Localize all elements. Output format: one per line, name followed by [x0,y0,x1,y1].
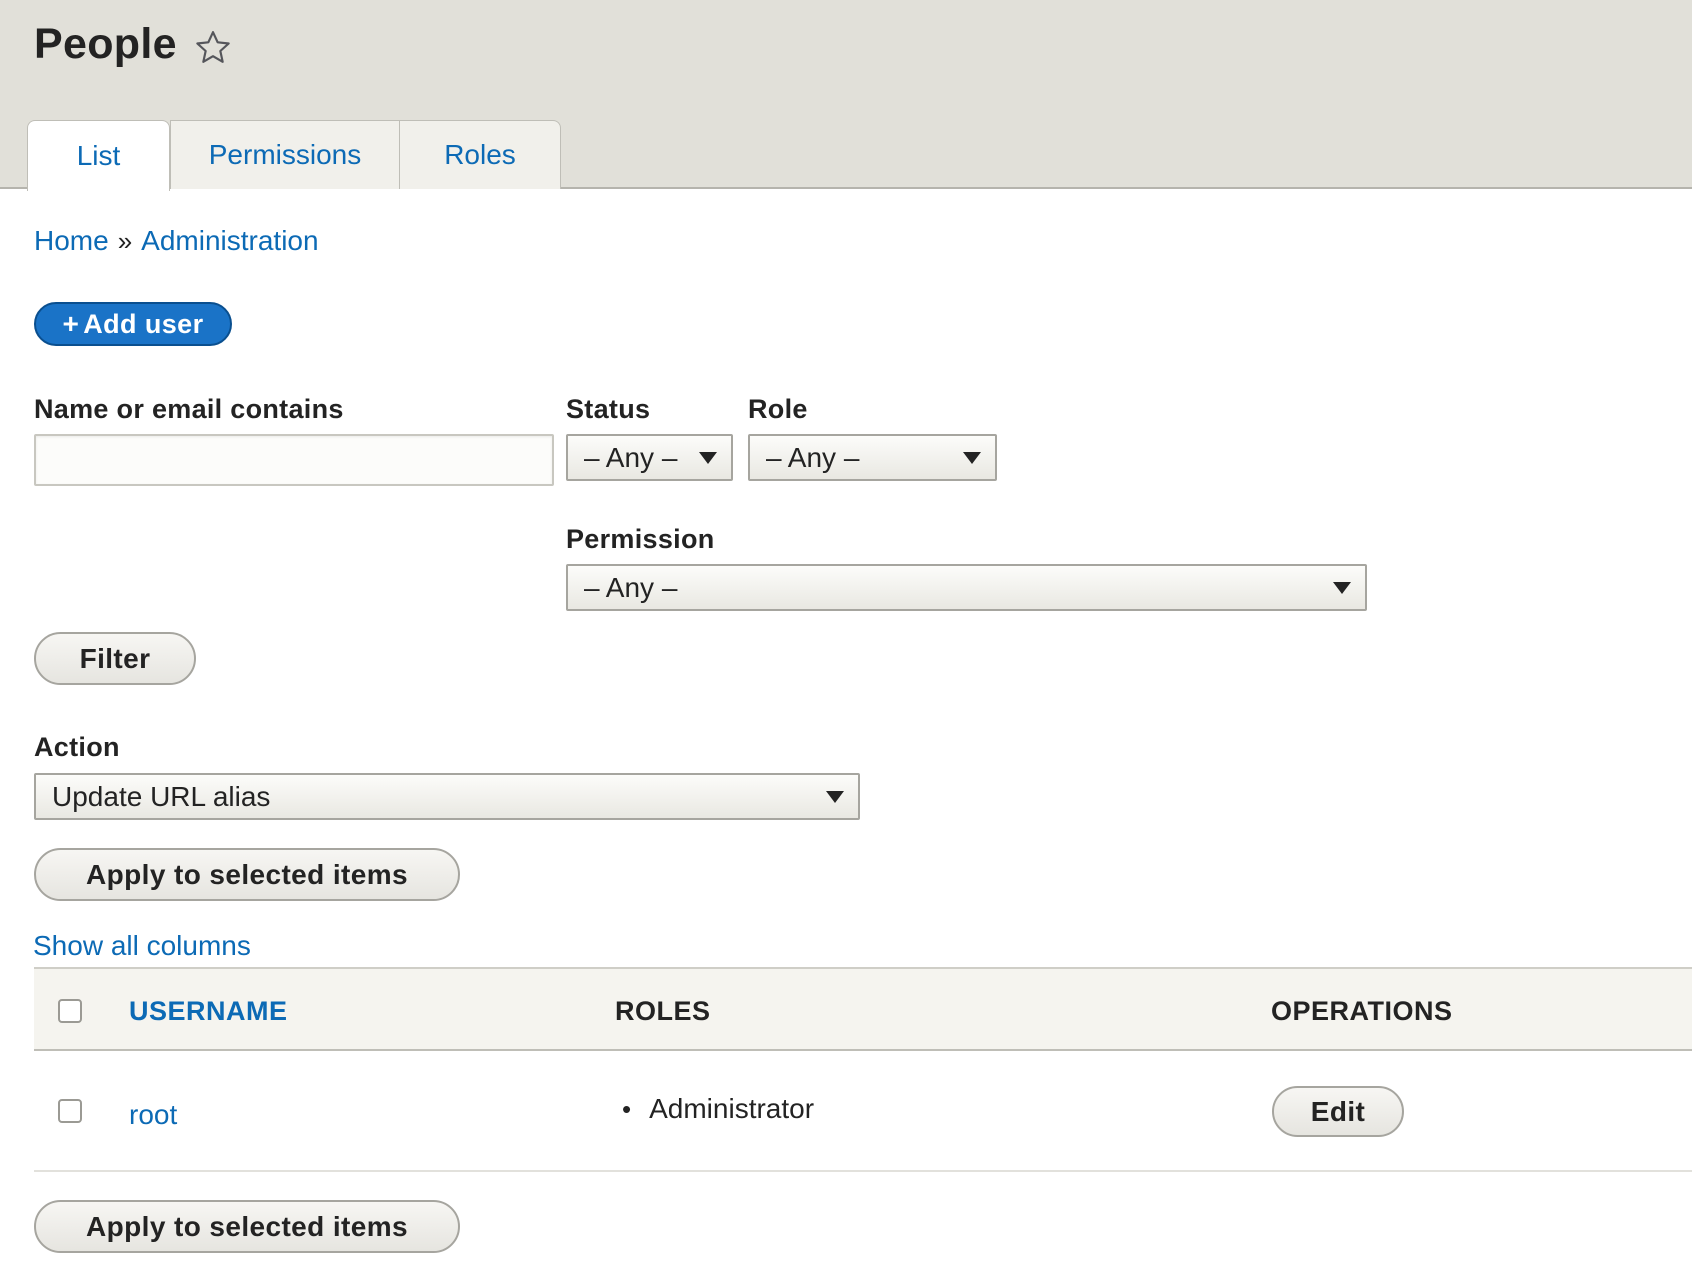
action-label: Action [34,732,120,762]
status-select[interactable]: – Any – [566,434,733,481]
column-header-operations: OPERATIONS [1271,996,1453,1026]
filter-button[interactable]: Filter [34,632,196,685]
role-filter-label: Role [748,394,808,424]
tab-roles[interactable]: Roles [399,120,561,189]
chevron-down-icon [1333,582,1351,594]
permission-filter-label: Permission [566,524,715,554]
star-icon[interactable] [193,28,233,68]
tab-list[interactable]: List [27,120,170,191]
breadcrumb-separator: » [117,226,133,256]
table-row: root Administrator Edit [34,1051,1692,1172]
column-header-username[interactable]: USERNAME [129,996,288,1027]
column-header-roles: ROLES [615,996,711,1026]
roles-list: Administrator [622,1093,814,1125]
apply-selected-button-bottom[interactable]: Apply to selected items [34,1200,460,1253]
name-filter-input[interactable] [34,434,554,486]
name-filter-label: Name or email contains [34,394,344,424]
status-filter-label: Status [566,394,651,424]
page-header: People List Permissions Roles [0,0,1692,191]
action-select[interactable]: Update URL alias [34,773,860,820]
role-item: Administrator [622,1093,814,1125]
add-user-label: Add user [83,308,204,339]
chevron-down-icon [826,791,844,803]
action-select-value: Update URL alias [52,780,271,812]
add-user-button[interactable]: + Add user [34,302,232,346]
role-select-value: – Any – [766,441,860,473]
select-all-checkbox[interactable] [58,999,82,1023]
chevron-down-icon [699,452,717,464]
permission-select-value: – Any – [584,571,678,603]
plus-icon: + [62,308,80,339]
breadcrumb: Home » Administration [34,225,319,257]
page-title: People [34,20,177,68]
edit-button[interactable]: Edit [1272,1086,1404,1137]
permission-select[interactable]: – Any – [566,564,1367,611]
apply-selected-button-top[interactable]: Apply to selected items [34,848,460,901]
tab-permissions[interactable]: Permissions [170,120,400,189]
show-all-columns-link[interactable]: Show all columns [33,930,251,962]
row-checkbox[interactable] [58,1099,82,1123]
username-link[interactable]: root [129,1099,177,1131]
chevron-down-icon [963,452,981,464]
table-header: USERNAME ROLES OPERATIONS [34,967,1692,1051]
role-select[interactable]: – Any – [748,434,997,481]
status-select-value: – Any – [584,441,678,473]
breadcrumb-home[interactable]: Home [34,225,109,256]
breadcrumb-administration[interactable]: Administration [141,225,318,256]
